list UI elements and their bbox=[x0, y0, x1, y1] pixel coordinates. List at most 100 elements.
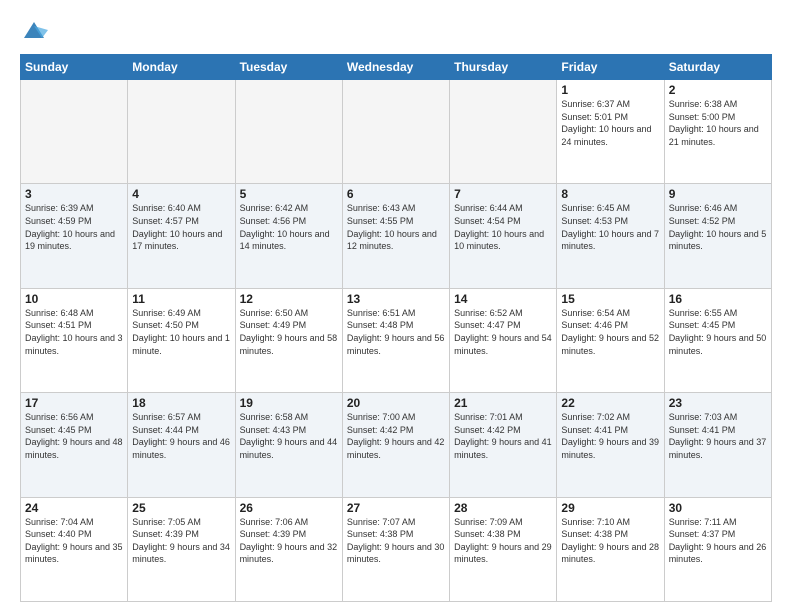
day-info: Sunrise: 6:51 AM Sunset: 4:48 PM Dayligh… bbox=[347, 307, 445, 357]
calendar-week-row: 3Sunrise: 6:39 AM Sunset: 4:59 PM Daylig… bbox=[21, 184, 772, 288]
day-number: 11 bbox=[132, 292, 230, 306]
weekday-header-thursday: Thursday bbox=[450, 55, 557, 80]
calendar-cell: 4Sunrise: 6:40 AM Sunset: 4:57 PM Daylig… bbox=[128, 184, 235, 288]
calendar-cell: 29Sunrise: 7:10 AM Sunset: 4:38 PM Dayli… bbox=[557, 497, 664, 601]
calendar-cell: 14Sunrise: 6:52 AM Sunset: 4:47 PM Dayli… bbox=[450, 288, 557, 392]
day-info: Sunrise: 7:02 AM Sunset: 4:41 PM Dayligh… bbox=[561, 411, 659, 461]
day-number: 1 bbox=[561, 83, 659, 97]
calendar-cell: 9Sunrise: 6:46 AM Sunset: 4:52 PM Daylig… bbox=[664, 184, 771, 288]
calendar-cell bbox=[342, 80, 449, 184]
day-info: Sunrise: 6:37 AM Sunset: 5:01 PM Dayligh… bbox=[561, 98, 659, 148]
page: SundayMondayTuesdayWednesdayThursdayFrid… bbox=[0, 0, 792, 612]
weekday-header-tuesday: Tuesday bbox=[235, 55, 342, 80]
day-number: 14 bbox=[454, 292, 552, 306]
weekday-header-monday: Monday bbox=[128, 55, 235, 80]
calendar-cell: 20Sunrise: 7:00 AM Sunset: 4:42 PM Dayli… bbox=[342, 393, 449, 497]
day-info: Sunrise: 6:42 AM Sunset: 4:56 PM Dayligh… bbox=[240, 202, 338, 252]
calendar-cell: 24Sunrise: 7:04 AM Sunset: 4:40 PM Dayli… bbox=[21, 497, 128, 601]
day-info: Sunrise: 6:54 AM Sunset: 4:46 PM Dayligh… bbox=[561, 307, 659, 357]
calendar-cell: 21Sunrise: 7:01 AM Sunset: 4:42 PM Dayli… bbox=[450, 393, 557, 497]
calendar-cell: 23Sunrise: 7:03 AM Sunset: 4:41 PM Dayli… bbox=[664, 393, 771, 497]
calendar-cell: 17Sunrise: 6:56 AM Sunset: 4:45 PM Dayli… bbox=[21, 393, 128, 497]
logo-icon bbox=[20, 16, 48, 44]
day-info: Sunrise: 6:44 AM Sunset: 4:54 PM Dayligh… bbox=[454, 202, 552, 252]
day-number: 7 bbox=[454, 187, 552, 201]
calendar-week-row: 24Sunrise: 7:04 AM Sunset: 4:40 PM Dayli… bbox=[21, 497, 772, 601]
day-number: 26 bbox=[240, 501, 338, 515]
day-number: 15 bbox=[561, 292, 659, 306]
day-info: Sunrise: 6:40 AM Sunset: 4:57 PM Dayligh… bbox=[132, 202, 230, 252]
day-number: 18 bbox=[132, 396, 230, 410]
day-info: Sunrise: 7:04 AM Sunset: 4:40 PM Dayligh… bbox=[25, 516, 123, 566]
calendar-cell bbox=[450, 80, 557, 184]
calendar-week-row: 10Sunrise: 6:48 AM Sunset: 4:51 PM Dayli… bbox=[21, 288, 772, 392]
day-number: 10 bbox=[25, 292, 123, 306]
day-number: 16 bbox=[669, 292, 767, 306]
weekday-header-saturday: Saturday bbox=[664, 55, 771, 80]
day-number: 5 bbox=[240, 187, 338, 201]
day-info: Sunrise: 7:00 AM Sunset: 4:42 PM Dayligh… bbox=[347, 411, 445, 461]
day-info: Sunrise: 6:58 AM Sunset: 4:43 PM Dayligh… bbox=[240, 411, 338, 461]
logo bbox=[20, 16, 52, 44]
calendar-cell: 12Sunrise: 6:50 AM Sunset: 4:49 PM Dayli… bbox=[235, 288, 342, 392]
day-info: Sunrise: 6:55 AM Sunset: 4:45 PM Dayligh… bbox=[669, 307, 767, 357]
header bbox=[20, 16, 772, 44]
calendar-cell: 26Sunrise: 7:06 AM Sunset: 4:39 PM Dayli… bbox=[235, 497, 342, 601]
day-number: 17 bbox=[25, 396, 123, 410]
day-number: 8 bbox=[561, 187, 659, 201]
calendar-week-row: 17Sunrise: 6:56 AM Sunset: 4:45 PM Dayli… bbox=[21, 393, 772, 497]
day-info: Sunrise: 6:52 AM Sunset: 4:47 PM Dayligh… bbox=[454, 307, 552, 357]
day-info: Sunrise: 6:46 AM Sunset: 4:52 PM Dayligh… bbox=[669, 202, 767, 252]
day-info: Sunrise: 6:49 AM Sunset: 4:50 PM Dayligh… bbox=[132, 307, 230, 357]
day-number: 27 bbox=[347, 501, 445, 515]
day-info: Sunrise: 6:48 AM Sunset: 4:51 PM Dayligh… bbox=[25, 307, 123, 357]
day-number: 21 bbox=[454, 396, 552, 410]
day-number: 30 bbox=[669, 501, 767, 515]
day-number: 23 bbox=[669, 396, 767, 410]
calendar-cell: 10Sunrise: 6:48 AM Sunset: 4:51 PM Dayli… bbox=[21, 288, 128, 392]
calendar-cell: 16Sunrise: 6:55 AM Sunset: 4:45 PM Dayli… bbox=[664, 288, 771, 392]
calendar-cell: 2Sunrise: 6:38 AM Sunset: 5:00 PM Daylig… bbox=[664, 80, 771, 184]
weekday-header-wednesday: Wednesday bbox=[342, 55, 449, 80]
weekday-header-friday: Friday bbox=[557, 55, 664, 80]
calendar-cell bbox=[21, 80, 128, 184]
day-info: Sunrise: 6:50 AM Sunset: 4:49 PM Dayligh… bbox=[240, 307, 338, 357]
calendar-cell: 27Sunrise: 7:07 AM Sunset: 4:38 PM Dayli… bbox=[342, 497, 449, 601]
calendar-cell: 8Sunrise: 6:45 AM Sunset: 4:53 PM Daylig… bbox=[557, 184, 664, 288]
day-number: 28 bbox=[454, 501, 552, 515]
calendar-header-row: SundayMondayTuesdayWednesdayThursdayFrid… bbox=[21, 55, 772, 80]
weekday-header-sunday: Sunday bbox=[21, 55, 128, 80]
day-number: 25 bbox=[132, 501, 230, 515]
calendar-cell: 13Sunrise: 6:51 AM Sunset: 4:48 PM Dayli… bbox=[342, 288, 449, 392]
day-info: Sunrise: 7:05 AM Sunset: 4:39 PM Dayligh… bbox=[132, 516, 230, 566]
day-number: 13 bbox=[347, 292, 445, 306]
calendar-cell: 3Sunrise: 6:39 AM Sunset: 4:59 PM Daylig… bbox=[21, 184, 128, 288]
day-info: Sunrise: 7:06 AM Sunset: 4:39 PM Dayligh… bbox=[240, 516, 338, 566]
calendar-cell: 18Sunrise: 6:57 AM Sunset: 4:44 PM Dayli… bbox=[128, 393, 235, 497]
day-number: 9 bbox=[669, 187, 767, 201]
day-number: 29 bbox=[561, 501, 659, 515]
day-number: 24 bbox=[25, 501, 123, 515]
calendar-cell bbox=[235, 80, 342, 184]
calendar-cell: 25Sunrise: 7:05 AM Sunset: 4:39 PM Dayli… bbox=[128, 497, 235, 601]
day-number: 12 bbox=[240, 292, 338, 306]
calendar-cell: 1Sunrise: 6:37 AM Sunset: 5:01 PM Daylig… bbox=[557, 80, 664, 184]
day-info: Sunrise: 6:43 AM Sunset: 4:55 PM Dayligh… bbox=[347, 202, 445, 252]
calendar-cell: 28Sunrise: 7:09 AM Sunset: 4:38 PM Dayli… bbox=[450, 497, 557, 601]
calendar-cell: 7Sunrise: 6:44 AM Sunset: 4:54 PM Daylig… bbox=[450, 184, 557, 288]
day-info: Sunrise: 7:03 AM Sunset: 4:41 PM Dayligh… bbox=[669, 411, 767, 461]
calendar-cell: 15Sunrise: 6:54 AM Sunset: 4:46 PM Dayli… bbox=[557, 288, 664, 392]
day-info: Sunrise: 7:01 AM Sunset: 4:42 PM Dayligh… bbox=[454, 411, 552, 461]
calendar-cell: 6Sunrise: 6:43 AM Sunset: 4:55 PM Daylig… bbox=[342, 184, 449, 288]
day-info: Sunrise: 6:45 AM Sunset: 4:53 PM Dayligh… bbox=[561, 202, 659, 252]
calendar-cell bbox=[128, 80, 235, 184]
day-number: 20 bbox=[347, 396, 445, 410]
calendar-cell: 11Sunrise: 6:49 AM Sunset: 4:50 PM Dayli… bbox=[128, 288, 235, 392]
calendar-table: SundayMondayTuesdayWednesdayThursdayFrid… bbox=[20, 54, 772, 602]
calendar-week-row: 1Sunrise: 6:37 AM Sunset: 5:01 PM Daylig… bbox=[21, 80, 772, 184]
day-number: 19 bbox=[240, 396, 338, 410]
calendar-cell: 30Sunrise: 7:11 AM Sunset: 4:37 PM Dayli… bbox=[664, 497, 771, 601]
day-number: 4 bbox=[132, 187, 230, 201]
day-info: Sunrise: 6:39 AM Sunset: 4:59 PM Dayligh… bbox=[25, 202, 123, 252]
day-info: Sunrise: 7:09 AM Sunset: 4:38 PM Dayligh… bbox=[454, 516, 552, 566]
